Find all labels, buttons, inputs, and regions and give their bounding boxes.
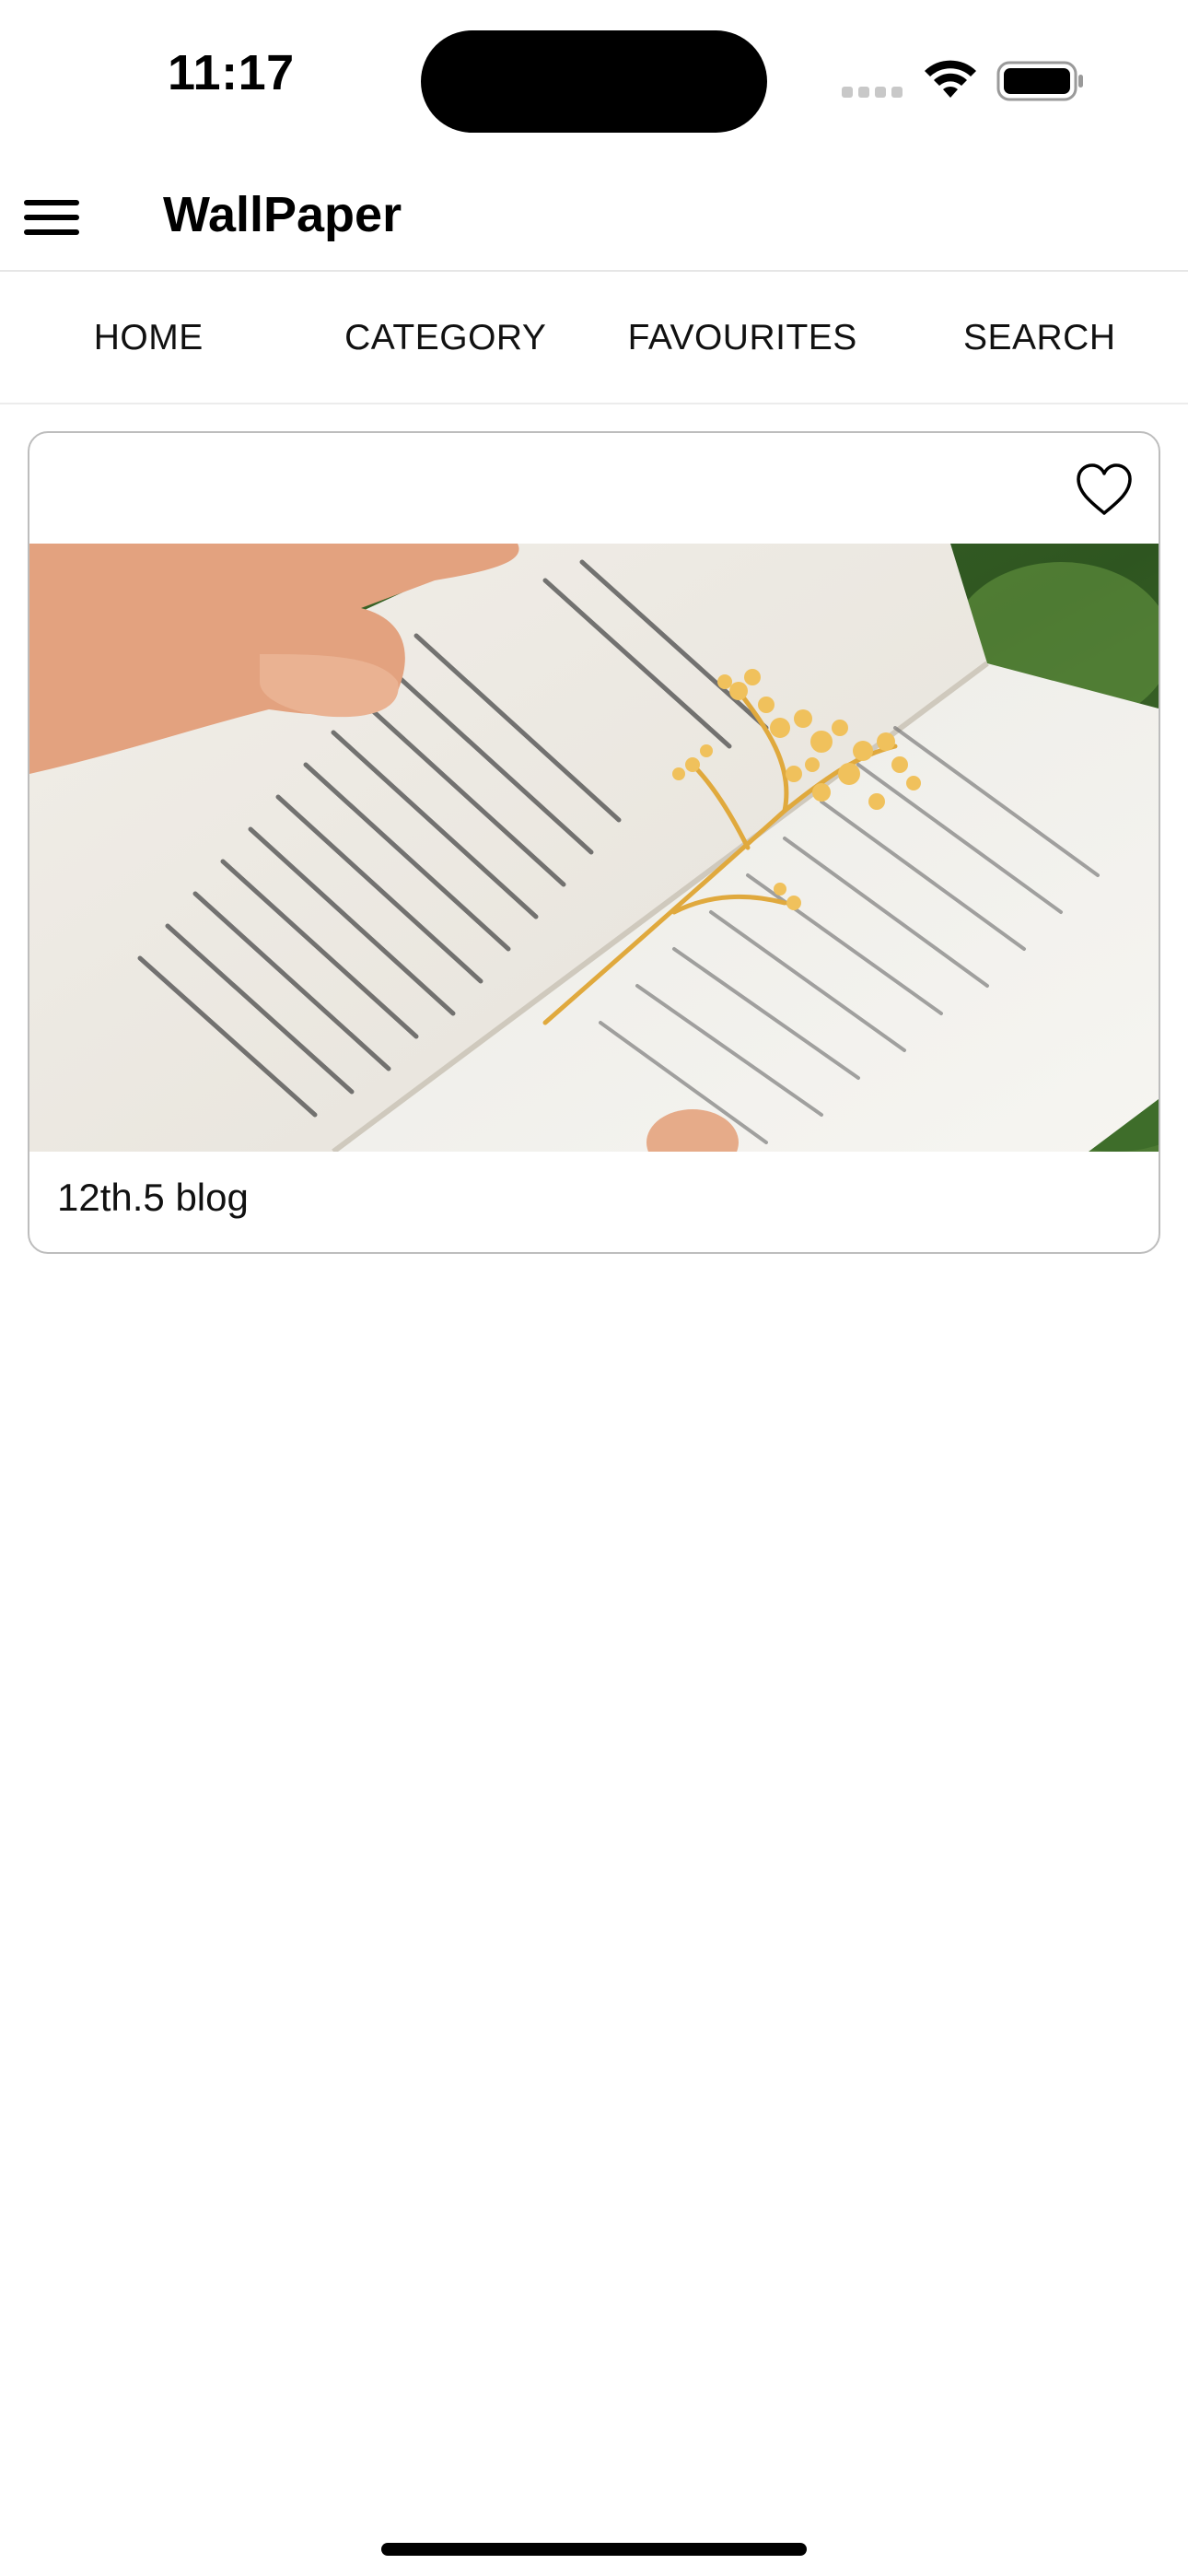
wallpaper-card[interactable]: 12th.5 blog bbox=[28, 431, 1160, 1254]
home-indicator[interactable] bbox=[381, 2543, 807, 2556]
tab-home[interactable]: HOME bbox=[0, 274, 297, 403]
battery-icon bbox=[996, 61, 1083, 101]
tab-search[interactable]: SEARCH bbox=[891, 274, 1188, 403]
status-time: 11:17 bbox=[168, 45, 295, 100]
cellular-signal-icon bbox=[842, 87, 903, 98]
app-bar: WallPaper bbox=[0, 161, 1188, 272]
tab-favourites[interactable]: FAVOURITES bbox=[594, 274, 891, 403]
hamburger-menu-icon[interactable] bbox=[22, 187, 81, 246]
app-screen: 11:17 WallPaper HOME CATEGORY FAVOURITES… bbox=[0, 0, 1188, 2576]
wifi-icon bbox=[925, 60, 976, 98]
tab-category[interactable]: CATEGORY bbox=[297, 274, 595, 403]
wallpaper-image[interactable] bbox=[29, 544, 1160, 1152]
dynamic-island bbox=[421, 30, 767, 133]
app-title: WallPaper bbox=[163, 187, 402, 242]
card-caption: 12th.5 blog bbox=[57, 1176, 249, 1219]
card-header bbox=[29, 433, 1159, 544]
heart-outline-icon[interactable] bbox=[1074, 461, 1135, 518]
status-bar: 11:17 bbox=[0, 0, 1188, 161]
tab-bar: HOME CATEGORY FAVOURITES SEARCH bbox=[0, 274, 1188, 404]
